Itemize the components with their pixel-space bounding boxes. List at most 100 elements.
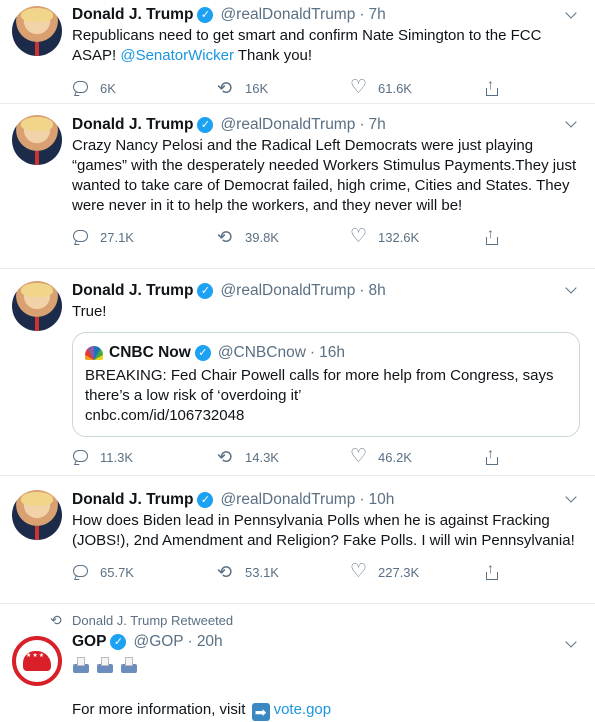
- retweet-count: 39.8K: [245, 229, 279, 245]
- timestamp[interactable]: 8h: [369, 282, 386, 300]
- reply-button[interactable]: 65.7K: [72, 563, 217, 581]
- verified-badge-icon: ✓: [197, 7, 214, 23]
- share-button[interactable]: [483, 76, 501, 97]
- heart-icon: ♡: [350, 561, 368, 582]
- share-icon: [483, 225, 501, 246]
- like-button[interactable]: ♡ 227.3K: [350, 561, 483, 582]
- quote-author-handle: @CNBCnow: [217, 344, 306, 361]
- separator-dot: ·: [359, 6, 365, 23]
- separator-dot: ·: [359, 491, 365, 508]
- tweet[interactable]: Donald J. Trump ✓ @realDonaldTrump · 7h …: [0, 104, 595, 269]
- share-button[interactable]: [483, 560, 501, 581]
- timestamp[interactable]: 7h: [369, 6, 386, 24]
- author-handle[interactable]: @realDonaldTrump: [220, 116, 355, 134]
- avatar[interactable]: [12, 636, 62, 686]
- author-handle[interactable]: @realDonaldTrump: [220, 6, 355, 24]
- verified-badge-icon: ✓: [110, 634, 127, 650]
- gop-logo-icon: [23, 651, 51, 671]
- reply-count: 6K: [100, 80, 116, 96]
- reply-button[interactable]: 27.1K: [72, 228, 217, 246]
- quoted-tweet[interactable]: CNBC Now ✓ @CNBCnow · 16h BREAKING: Fed …: [72, 332, 580, 437]
- mention-link[interactable]: @SenatorWicker: [120, 47, 234, 64]
- author-name[interactable]: Donald J. Trump: [72, 282, 193, 300]
- retweeted-label: ⟲ Donald J. Trump Retweeted: [50, 610, 581, 630]
- reply-icon: [72, 563, 90, 581]
- like-count: 46.2K: [378, 449, 412, 465]
- timestamp[interactable]: 10h: [369, 491, 395, 509]
- author-handle[interactable]: @realDonaldTrump: [220, 491, 355, 509]
- vote-link[interactable]: vote.gop: [274, 701, 332, 718]
- retweet-button[interactable]: ⟲ 53.1K: [217, 563, 350, 581]
- like-count: 61.6K: [378, 80, 412, 96]
- tweet[interactable]: ⟲ Donald J. Trump Retweeted GOP ✓ @GOP ·…: [0, 604, 595, 722]
- separator-dot: ·: [359, 282, 365, 299]
- share-icon: [483, 76, 501, 97]
- tweet-text: Republicans need to get smart and confir…: [72, 26, 581, 66]
- author-name[interactable]: Donald J. Trump: [72, 116, 193, 134]
- heart-icon: ♡: [350, 446, 368, 467]
- tweet[interactable]: Donald J. Trump ✓ @realDonaldTrump · 10h…: [0, 476, 595, 604]
- like-count: 132.6K: [378, 229, 420, 245]
- like-button[interactable]: ♡ 132.6K: [350, 226, 483, 247]
- emoji-row: [72, 656, 581, 674]
- verified-badge-icon: ✓: [197, 117, 214, 133]
- tweet-text: True!: [72, 303, 107, 320]
- avatar[interactable]: [12, 281, 62, 331]
- avatar[interactable]: [12, 6, 62, 56]
- retweet-count: 14.3K: [245, 449, 279, 465]
- retweet-icon: ⟲: [50, 612, 62, 628]
- quote-link[interactable]: cnbc.com/id/106732048: [85, 406, 567, 426]
- share-icon: [483, 445, 501, 466]
- retweet-icon: ⟲: [217, 78, 233, 98]
- quote-text: BREAKING: Fed Chair Powell calls for mor…: [85, 367, 554, 404]
- retweet-button[interactable]: ⟲ 39.8K: [217, 228, 350, 246]
- separator-dot: ·: [309, 344, 316, 361]
- right-arrow-icon: ➡: [251, 703, 270, 721]
- retweet-icon: ⟲: [217, 447, 233, 467]
- share-icon: [483, 560, 501, 581]
- tweet-text: How does Biden lead in Pennsylvania Poll…: [72, 512, 575, 549]
- verified-badge-icon: ✓: [197, 283, 214, 299]
- quote-author-name: CNBC Now: [109, 344, 191, 361]
- reply-count: 65.7K: [100, 564, 134, 580]
- share-button[interactable]: [483, 445, 501, 466]
- separator-dot: ·: [187, 633, 193, 650]
- retweet-count: 53.1K: [245, 564, 279, 580]
- author-name[interactable]: Donald J. Trump: [72, 491, 193, 509]
- reply-button[interactable]: 6K: [72, 79, 217, 97]
- like-count: 227.3K: [378, 564, 420, 580]
- timestamp[interactable]: 20h: [197, 633, 223, 651]
- ballot-box-icon: [72, 656, 90, 674]
- heart-icon: ♡: [350, 226, 368, 247]
- reply-icon: [72, 79, 90, 97]
- tweet[interactable]: Donald J. Trump ✓ @realDonaldTrump · 7h …: [0, 0, 595, 104]
- retweet-icon: ⟲: [217, 227, 233, 247]
- author-name[interactable]: Donald J. Trump: [72, 6, 193, 24]
- retweet-button[interactable]: ⟲ 14.3K: [217, 448, 350, 466]
- share-button[interactable]: [483, 225, 501, 246]
- tweet-text: Crazy Nancy Pelosi and the Radical Left …: [72, 137, 577, 214]
- cnbc-logo-icon: [85, 346, 103, 360]
- verified-badge-icon: ✓: [194, 345, 211, 361]
- tweet[interactable]: Donald J. Trump ✓ @realDonaldTrump · 8h …: [0, 269, 595, 476]
- like-button[interactable]: ♡ 61.6K: [350, 77, 483, 98]
- author-handle[interactable]: @realDonaldTrump: [220, 282, 355, 300]
- reply-button[interactable]: 11.3K: [72, 448, 217, 466]
- like-button[interactable]: ♡ 46.2K: [350, 446, 483, 467]
- author-handle[interactable]: @GOP: [133, 633, 183, 651]
- heart-icon: ♡: [350, 77, 368, 98]
- quote-timestamp: 16h: [319, 344, 345, 361]
- ballot-box-icon: [120, 656, 138, 674]
- retweeted-by[interactable]: Donald J. Trump Retweeted: [72, 613, 233, 628]
- retweet-count: 16K: [245, 80, 269, 96]
- verified-badge-icon: ✓: [197, 492, 214, 508]
- avatar[interactable]: [12, 115, 62, 165]
- tweet-text-part: For more information, visit: [72, 701, 246, 718]
- timestamp[interactable]: 7h: [369, 116, 386, 134]
- reply-count: 27.1K: [100, 229, 134, 245]
- author-name[interactable]: GOP: [72, 633, 106, 651]
- avatar[interactable]: [12, 490, 62, 540]
- retweet-icon: ⟲: [217, 562, 233, 582]
- reply-count: 11.3K: [100, 449, 134, 465]
- retweet-button[interactable]: ⟲ 16K: [217, 79, 350, 97]
